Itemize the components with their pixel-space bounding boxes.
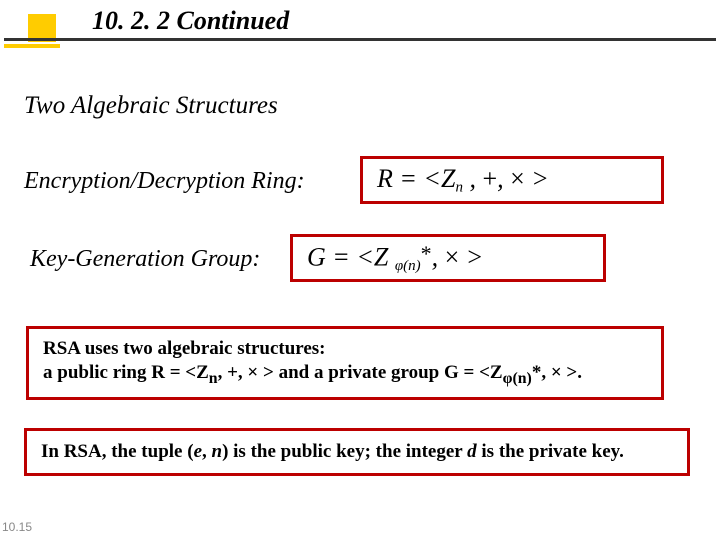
formula-text: , bbox=[432, 242, 445, 271]
slide: 10. 2. 2 Continued Two Algebraic Structu… bbox=[0, 0, 720, 540]
formula-text: , bbox=[497, 164, 510, 193]
note-line-1: RSA uses two algebraic structures: bbox=[43, 338, 326, 359]
times-symbol: × bbox=[510, 164, 525, 193]
times-symbol: × bbox=[445, 242, 460, 271]
note-fragment: ) is the public key; the integer bbox=[222, 441, 467, 462]
group-label: Key-Generation Group: bbox=[30, 246, 260, 273]
formula-text: > bbox=[525, 164, 549, 193]
star-symbol: * bbox=[421, 241, 432, 266]
ring-label: Encryption/Decryption Ring: bbox=[24, 168, 305, 195]
formula-text: > bbox=[459, 242, 483, 271]
section-title: 10. 2. 2 Continued bbox=[92, 6, 289, 36]
subscript-n: n bbox=[209, 370, 218, 387]
slide-number: 10.15 bbox=[2, 520, 32, 534]
note-fragment: In RSA, the tuple ( bbox=[41, 441, 194, 462]
note-fragment: *, × >. bbox=[532, 362, 582, 383]
note-text-2: In RSA, the tuple (e, n) is the public k… bbox=[41, 440, 624, 464]
group-formula: G = <Z φ(n)*, × > bbox=[307, 241, 483, 275]
subheading: Two Algebraic Structures bbox=[24, 92, 278, 120]
italic-n: n bbox=[212, 441, 223, 462]
formula-text: R = <Z bbox=[377, 164, 455, 193]
group-formula-box: G = <Z φ(n)*, × > bbox=[290, 234, 606, 282]
ring-formula: R = <Zn , +, × > bbox=[377, 164, 549, 197]
italic-d: d bbox=[467, 441, 477, 462]
note-fragment: a public ring R = <Z bbox=[43, 362, 209, 383]
note-fragment: , bbox=[202, 441, 212, 462]
note-box-2: In RSA, the tuple (e, n) is the public k… bbox=[24, 428, 690, 476]
note-fragment: , +, × > and a private group G = <Z bbox=[218, 362, 503, 383]
header-accent bbox=[4, 44, 60, 48]
formula-text: , bbox=[463, 164, 483, 193]
formula-text: G = <Z bbox=[307, 242, 395, 271]
header-divider bbox=[4, 38, 716, 41]
ring-formula-box: R = <Zn , +, × > bbox=[360, 156, 664, 204]
subscript-n: n bbox=[455, 179, 463, 195]
note-box-1: RSA uses two algebraic structures: a pub… bbox=[26, 326, 664, 400]
plus-symbol: + bbox=[482, 164, 497, 193]
subscript-phi-n: φ(n) bbox=[503, 370, 532, 387]
note-text-1: RSA uses two algebraic structures: a pub… bbox=[43, 337, 582, 388]
note-fragment: is the private key. bbox=[477, 441, 624, 462]
subscript-phi-n: φ(n) bbox=[395, 258, 421, 274]
italic-e: e bbox=[194, 441, 202, 462]
